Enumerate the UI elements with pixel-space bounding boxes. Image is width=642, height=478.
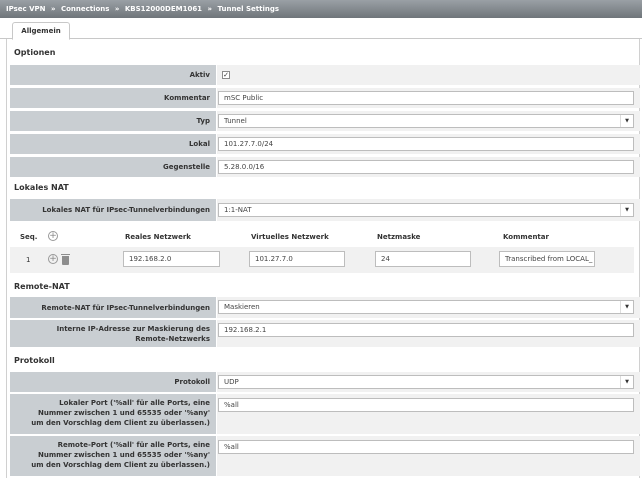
- lokal-input[interactable]: 101.27.7.0/24: [218, 137, 634, 151]
- netzmaske-input[interactable]: 24: [375, 251, 471, 267]
- add-row-icon[interactable]: +: [48, 231, 58, 241]
- remote-nat-select[interactable]: Maskieren ▼: [218, 300, 634, 314]
- section-title-lokales-nat: Lokales NAT: [14, 183, 69, 192]
- typ-label: Typ: [10, 111, 216, 131]
- breadcrumb-item-connections[interactable]: Connections: [61, 5, 110, 13]
- lokales-nat-select-value: 1:1-NAT: [224, 206, 252, 214]
- kommentar-input[interactable]: mSC Public: [218, 91, 634, 105]
- column-header-netzmaske: Netzmaske: [377, 233, 421, 241]
- interne-ip-label: Interne IP-Adresse zur Maskierung des Re…: [10, 320, 216, 347]
- protokoll-select-value: UDP: [224, 378, 239, 386]
- column-header-kommentar: Kommentar: [503, 233, 549, 241]
- breadcrumb-separator: »: [50, 5, 56, 13]
- reales-netzwerk-input[interactable]: 192.168.2.0: [123, 251, 220, 267]
- row-seq: 1: [26, 256, 31, 264]
- virtuelles-netzwerk-input[interactable]: 101.27.7.0: [249, 251, 345, 267]
- kommentar-label: Kommentar: [10, 88, 216, 108]
- gegenstelle-input[interactable]: 5.28.0.0/16: [218, 160, 634, 174]
- remote-nat-select-value: Maskieren: [224, 303, 260, 311]
- tab-allgemein[interactable]: Allgemein: [12, 22, 70, 40]
- breadcrumb-item-tunnel-settings: Tunnel Settings: [217, 5, 280, 13]
- gegenstelle-label: Gegenstelle: [10, 157, 216, 177]
- trash-icon[interactable]: [61, 254, 70, 265]
- typ-select[interactable]: Tunnel ▼: [218, 114, 634, 128]
- kommentar-row-input[interactable]: Transcribed from LOCAL_: [499, 251, 595, 267]
- remote-nat-label: Remote-NAT für IPsec-Tunnelverbindungen: [10, 297, 216, 318]
- lokales-nat-label: Lokales NAT für IPsec-Tunnelverbindungen: [10, 199, 216, 221]
- protokoll-select[interactable]: UDP ▼: [218, 375, 634, 389]
- lokaler-port-label: Lokaler Port ('%all' für alle Ports, ein…: [10, 394, 216, 434]
- column-header-reales-netzwerk: Reales Netzwerk: [125, 233, 191, 241]
- breadcrumb-separator: »: [114, 5, 120, 13]
- protokoll-label: Protokoll: [10, 372, 216, 392]
- breadcrumb-item-connection[interactable]: KBS12000DEM1061: [125, 5, 202, 13]
- breadcrumb-separator: »: [207, 5, 213, 13]
- breadcrumb-item-ipsec-vpn[interactable]: IPsec VPN: [6, 5, 46, 13]
- aktiv-label: Aktiv: [10, 65, 216, 85]
- aktiv-checkbox[interactable]: ✓: [222, 71, 230, 79]
- lokal-label: Lokal: [10, 134, 216, 154]
- section-title-remote-nat: Remote-NAT: [14, 282, 70, 291]
- column-header-seq: Seq.: [20, 233, 38, 241]
- section-title-optionen: Optionen: [14, 48, 56, 57]
- breadcrumb: IPsec VPN » Connections » KBS12000DEM106…: [0, 0, 642, 18]
- chevron-down-icon[interactable]: ▼: [620, 115, 633, 127]
- chevron-down-icon[interactable]: ▼: [620, 376, 633, 388]
- chevron-down-icon[interactable]: ▼: [620, 301, 633, 313]
- interne-ip-input[interactable]: 192.168.2.1: [218, 323, 634, 337]
- lokaler-port-input[interactable]: %all: [218, 398, 634, 412]
- remote-port-input[interactable]: %all: [218, 440, 634, 454]
- typ-select-value: Tunnel: [224, 117, 247, 125]
- add-row-icon[interactable]: +: [48, 254, 58, 264]
- remote-port-label: Remote-Port ('%all' für alle Ports, eine…: [10, 436, 216, 476]
- chevron-down-icon[interactable]: ▼: [620, 204, 633, 216]
- lokales-nat-select[interactable]: 1:1-NAT ▼: [218, 203, 634, 217]
- tab-bar: Allgemein: [0, 18, 642, 40]
- section-title-protokoll: Protokoll: [14, 356, 55, 365]
- aktiv-row: Aktiv: [10, 65, 640, 85]
- column-header-virtuelles-netzwerk: Virtuelles Netzwerk: [251, 233, 329, 241]
